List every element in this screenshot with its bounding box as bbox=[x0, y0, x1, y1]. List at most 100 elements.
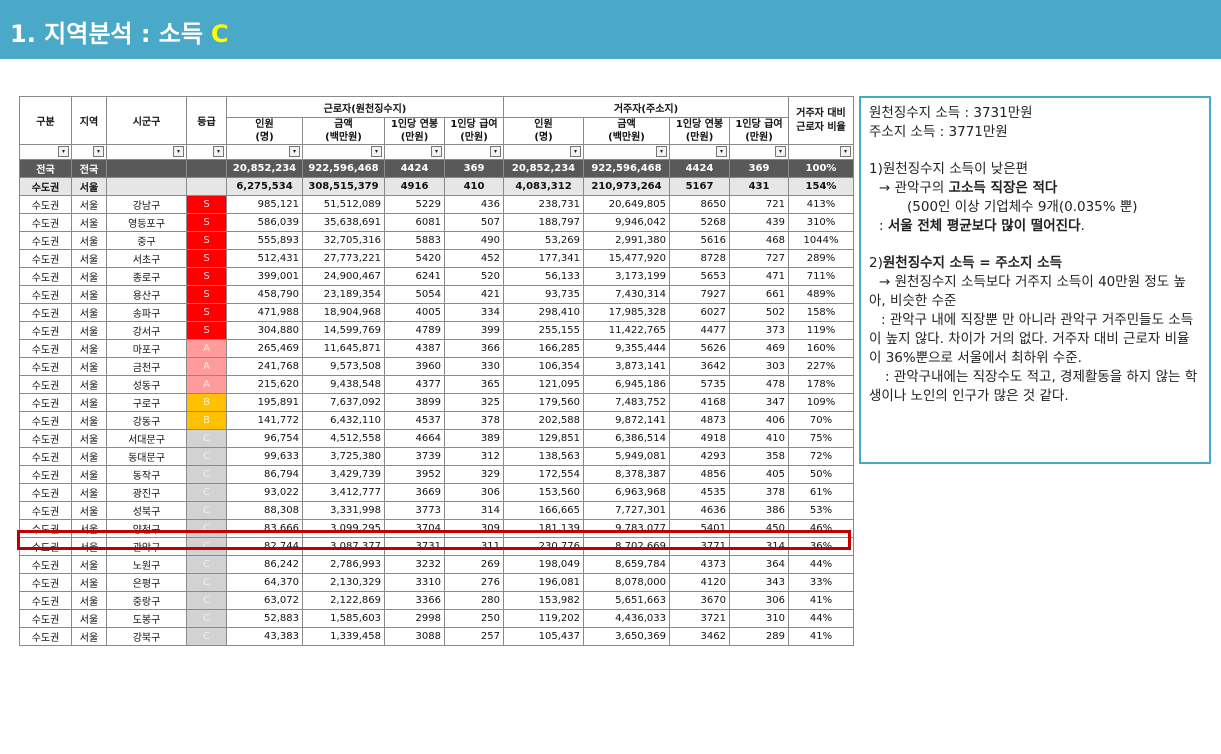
value-cell: 43,383 bbox=[226, 627, 303, 646]
filter-dropdown-icon[interactable]: ▾ bbox=[289, 146, 300, 158]
filter-dropdown-icon[interactable]: ▾ bbox=[173, 146, 184, 158]
ratio-cell: 154% bbox=[788, 177, 854, 196]
region-cell: 서울 bbox=[71, 177, 107, 196]
filter-dropdown-icon[interactable]: ▾ bbox=[213, 146, 224, 158]
sub-head-resident-amount: 금액 (백만원) bbox=[583, 117, 670, 145]
value-cell: 177,341 bbox=[503, 249, 584, 268]
value-cell: 8650 bbox=[669, 195, 730, 214]
value-cell: 329 bbox=[444, 465, 504, 484]
district-cell: 노원구 bbox=[106, 555, 187, 574]
ratio-cell: 44% bbox=[788, 555, 854, 574]
value-cell: 20,852,234 bbox=[226, 159, 303, 178]
value-cell: 17,985,328 bbox=[583, 303, 670, 322]
table-row: 수도권 서울 금천구 A 241,768 9,573,508 3960 330 106,354 3… bbox=[19, 357, 854, 376]
value-cell: 306 bbox=[444, 483, 504, 502]
value-cell: 468 bbox=[729, 231, 789, 250]
value-cell: 32,705,316 bbox=[302, 231, 385, 250]
table-row: 수도권 서울 마포구 A 265,469 11,645,871 4387 366 166,285… bbox=[19, 339, 854, 358]
value-cell: 11,645,871 bbox=[302, 339, 385, 358]
district-cell: 종로구 bbox=[106, 267, 187, 286]
filter-cell: ▾ bbox=[729, 144, 789, 160]
table-row: 수도권 서울 광진구 C 93,022 3,412,777 3669 306 153,560 6,… bbox=[19, 483, 854, 502]
value-cell: 51,512,089 bbox=[302, 195, 385, 214]
sub-head-resident-salary: 1인당 연봉 (만원) bbox=[669, 117, 730, 145]
value-cell: 4293 bbox=[669, 447, 730, 466]
col-head-region: 지역 bbox=[71, 96, 107, 145]
value-cell: 6,386,514 bbox=[583, 429, 670, 448]
district-cell: 도봉구 bbox=[106, 609, 187, 628]
filter-dropdown-icon[interactable]: ▾ bbox=[371, 146, 382, 158]
division-cell: 수도권 bbox=[19, 411, 72, 430]
value-cell: 2,991,380 bbox=[583, 231, 670, 250]
ratio-cell: 36% bbox=[788, 537, 854, 556]
table-row: 수도권 서울 영등포구 S 586,039 35,638,691 6081 507 188,79… bbox=[19, 213, 854, 232]
value-cell: 3721 bbox=[669, 609, 730, 628]
value-cell: 512,431 bbox=[226, 249, 303, 268]
value-cell: 93,022 bbox=[226, 483, 303, 502]
table-row: 수도권 서울 강남구 S 985,121 51,512,089 5229 436 238,731… bbox=[19, 195, 854, 214]
value-cell: 3731 bbox=[384, 537, 445, 556]
division-cell: 수도권 bbox=[19, 483, 72, 502]
value-cell: 188,797 bbox=[503, 213, 584, 232]
value-cell: 421 bbox=[444, 285, 504, 304]
grade-cell: B bbox=[186, 411, 227, 430]
value-cell: 439 bbox=[729, 213, 789, 232]
table-row: 수도권 서울 양천구 C 83,666 3,099,295 3704 309 181,139 9,… bbox=[19, 519, 854, 538]
division-cell: 수도권 bbox=[19, 177, 72, 196]
value-cell: 8,659,784 bbox=[583, 555, 670, 574]
value-cell: 3960 bbox=[384, 357, 445, 376]
value-cell: 3952 bbox=[384, 465, 445, 484]
region-cell: 서울 bbox=[71, 375, 107, 394]
value-cell: 386 bbox=[729, 501, 789, 520]
region-cell: 서울 bbox=[71, 249, 107, 268]
value-cell: 2,130,329 bbox=[302, 573, 385, 592]
region-cell: 서울 bbox=[71, 267, 107, 286]
grade-cell: S bbox=[186, 303, 227, 322]
value-cell: 4636 bbox=[669, 501, 730, 520]
value-cell: 18,904,968 bbox=[302, 303, 385, 322]
division-cell: 수도권 bbox=[19, 339, 72, 358]
title-label: 1. 지역분석 : 소득 bbox=[10, 20, 203, 48]
filter-dropdown-icon[interactable]: ▾ bbox=[716, 146, 727, 158]
ratio-cell: 109% bbox=[788, 393, 854, 412]
region-cell: 서울 bbox=[71, 231, 107, 250]
value-cell: 276 bbox=[444, 573, 504, 592]
region-cell: 서울 bbox=[71, 321, 107, 340]
region-cell: 서울 bbox=[71, 429, 107, 448]
filter-dropdown-icon[interactable]: ▾ bbox=[58, 146, 69, 158]
table-body: 전국 전국 20,852,234 922,596,468 4424 369 20,852,2… bbox=[19, 159, 854, 646]
value-cell: 314 bbox=[729, 537, 789, 556]
value-cell: 289 bbox=[729, 627, 789, 646]
filter-dropdown-icon[interactable]: ▾ bbox=[93, 146, 104, 158]
filter-dropdown-icon[interactable]: ▾ bbox=[431, 146, 442, 158]
value-cell: 5268 bbox=[669, 213, 730, 232]
division-cell: 수도권 bbox=[19, 627, 72, 646]
filter-dropdown-icon[interactable]: ▾ bbox=[570, 146, 581, 158]
value-cell: 9,438,548 bbox=[302, 375, 385, 394]
grade-cell: C bbox=[186, 429, 227, 448]
grade-cell: C bbox=[186, 591, 227, 610]
table-row: 수도권 서울 은평구 C 64,370 2,130,329 3310 276 196,081 8,… bbox=[19, 573, 854, 592]
filter-dropdown-icon[interactable]: ▾ bbox=[775, 146, 786, 158]
value-cell: 5653 bbox=[669, 267, 730, 286]
filter-dropdown-icon[interactable]: ▾ bbox=[840, 146, 851, 158]
filter-cell: ▾ bbox=[669, 144, 730, 160]
value-cell: 4,512,558 bbox=[302, 429, 385, 448]
sub-head-resident-pay: 1인당 급여 (만원) bbox=[729, 117, 789, 145]
filter-dropdown-icon[interactable]: ▾ bbox=[490, 146, 501, 158]
value-cell: 1,339,458 bbox=[302, 627, 385, 646]
value-cell: 105,437 bbox=[503, 627, 584, 646]
value-cell: 52,883 bbox=[226, 609, 303, 628]
value-cell: 8,078,000 bbox=[583, 573, 670, 592]
value-cell: 172,554 bbox=[503, 465, 584, 484]
region-cell: 서울 bbox=[71, 465, 107, 484]
value-cell: 35,638,691 bbox=[302, 213, 385, 232]
filter-dropdown-icon[interactable]: ▾ bbox=[656, 146, 667, 158]
value-cell: 727 bbox=[729, 249, 789, 268]
value-cell: 306 bbox=[729, 591, 789, 610]
value-cell: 6,432,110 bbox=[302, 411, 385, 430]
district-cell: 강서구 bbox=[106, 321, 187, 340]
sub-head-resident-count: 인원 (명) bbox=[503, 117, 584, 145]
value-cell: 56,133 bbox=[503, 267, 584, 286]
table-row: 수도권 서울 노원구 C 86,242 2,786,993 3232 269 198,049 8,… bbox=[19, 555, 854, 574]
